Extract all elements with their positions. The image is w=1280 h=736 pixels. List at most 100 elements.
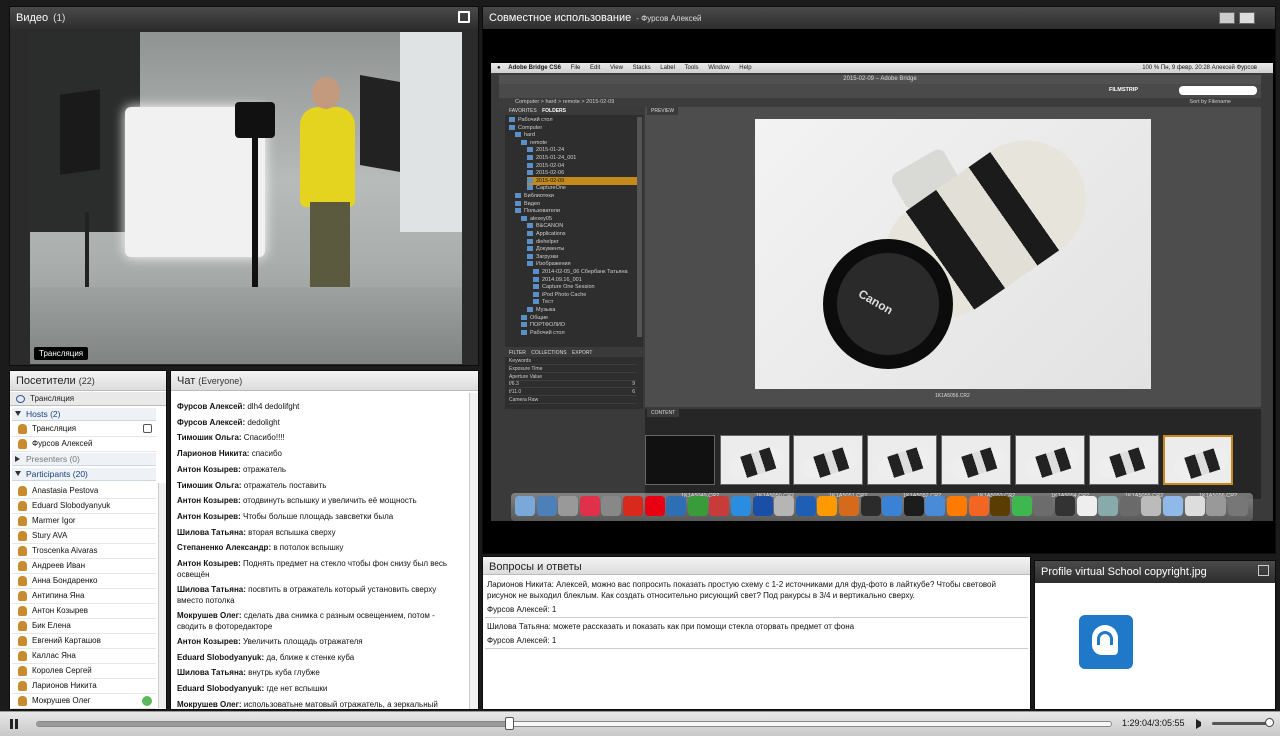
dock-app-icon[interactable] <box>1227 496 1248 516</box>
volume-icon[interactable] <box>1196 719 1206 729</box>
dock-app-icon[interactable] <box>882 496 903 516</box>
participant-row[interactable]: Антипина Яна <box>12 589 156 604</box>
tab-content[interactable]: CONTENT <box>647 409 680 417</box>
mac-menu-view[interactable]: View <box>610 65 623 71</box>
share-fullscreen-icon[interactable] <box>1239 12 1255 24</box>
dock-app-icon[interactable] <box>817 496 838 516</box>
participant-row[interactable]: Stury AVA <box>12 529 156 544</box>
qa-question[interactable]: Шилова Татьяна: можете рассказать и пока… <box>487 621 1026 632</box>
mac-menu-app[interactable]: Adobe Bridge CS6 <box>508 65 561 71</box>
fullscreen-icon[interactable] <box>458 11 470 23</box>
thumbnail[interactable] <box>941 435 1011 485</box>
dock-app-icon[interactable] <box>839 496 859 516</box>
share-view-toggle-icon[interactable] <box>1219 12 1235 24</box>
path-computer[interactable]: Computer <box>515 99 539 105</box>
participant-row[interactable]: Anastasia Pestova <box>12 484 156 499</box>
path-remote[interactable]: remote <box>563 99 580 105</box>
chat-scrollbar[interactable] <box>469 393 478 709</box>
qa-question[interactable]: Ларионов Никита: Алексей, можно вас попр… <box>487 579 1026 601</box>
participant-row[interactable]: Андреев Иван <box>12 559 156 574</box>
dock-app-icon[interactable] <box>925 496 946 516</box>
seek-track[interactable] <box>36 721 1112 727</box>
tab-favorites[interactable]: FAVORITES <box>509 108 537 114</box>
tab-collections[interactable]: COLLECTIONS <box>531 350 566 356</box>
thumbnail[interactable] <box>1089 435 1159 485</box>
filter-row[interactable]: Keywords <box>509 358 637 365</box>
bridge-sort[interactable]: Sort by Filename <box>1189 98 1231 107</box>
filter-row[interactable]: f/11.0 6 <box>509 389 637 397</box>
filter-row[interactable]: Camera Raw <box>509 397 637 404</box>
volume-thumb[interactable] <box>1265 718 1274 727</box>
dock-app-icon[interactable] <box>1076 496 1097 516</box>
mac-menu-stacks[interactable]: Stacks <box>633 65 651 71</box>
dock-app-icon[interactable] <box>774 496 795 516</box>
dock-app-icon[interactable] <box>1184 496 1205 516</box>
dock-app-icon[interactable] <box>947 496 967 516</box>
mac-menu-file[interactable]: File <box>571 65 581 71</box>
dock-app-icon[interactable] <box>1033 496 1054 516</box>
thumbnail[interactable] <box>645 435 715 485</box>
participant-row[interactable]: Королев Сергей <box>12 664 156 679</box>
tab-export[interactable]: EXPORT <box>572 350 592 356</box>
dock-app-icon[interactable] <box>709 496 730 516</box>
thumbnail[interactable] <box>793 435 863 485</box>
tab-filter[interactable]: FILTER <box>509 350 526 356</box>
folder-item[interactable]: Рабочий стол <box>521 329 565 337</box>
participant-row[interactable]: Бик Елена <box>12 619 156 634</box>
host-row[interactable]: Трансляция <box>12 422 156 437</box>
profile-fullscreen-icon[interactable] <box>1258 565 1269 576</box>
dock-app-icon[interactable] <box>1055 496 1075 516</box>
bridge-filmstrip[interactable]: FILMSTRIP <box>1109 87 1138 93</box>
mac-menu-help[interactable]: Help <box>739 65 751 71</box>
dock-app-icon[interactable] <box>1206 496 1227 516</box>
thumbnail[interactable] <box>720 435 790 485</box>
attendees-scrollbar[interactable] <box>158 483 166 708</box>
dock-app-icon[interactable] <box>1098 496 1119 516</box>
tab-preview[interactable]: PREVIEW <box>647 107 679 115</box>
path-date[interactable]: 2015-02-09 <box>586 99 614 105</box>
participant-row[interactable]: Troscenka Aivaras <box>12 544 156 559</box>
participant-row[interactable]: Антон Козырев <box>12 604 156 619</box>
dock-app-icon[interactable] <box>536 496 557 516</box>
dock-app-icon[interactable] <box>1119 496 1140 516</box>
dock-app-icon[interactable] <box>1163 496 1183 516</box>
thumbnail[interactable] <box>1015 435 1085 485</box>
participant-row[interactable]: Анна Бондаренко <box>12 574 156 589</box>
bridge-search-field[interactable] <box>1179 86 1257 95</box>
dock-app-icon[interactable] <box>601 496 622 516</box>
dock-app-icon[interactable] <box>860 496 881 516</box>
dock-app-icon[interactable] <box>579 496 600 516</box>
dock-app-icon[interactable] <box>731 496 751 516</box>
host-row[interactable]: Фурсов Алексей <box>12 437 156 452</box>
presenters-group[interactable]: Presenters (0) <box>12 453 156 466</box>
hosts-group[interactable]: Hosts (2) <box>12 408 156 421</box>
seek-thumb[interactable] <box>505 717 515 730</box>
path-hard[interactable]: hard <box>545 99 556 105</box>
dock-app-icon[interactable] <box>1141 496 1162 516</box>
dock-app-icon[interactable] <box>623 496 643 516</box>
mac-menu-window[interactable]: Window <box>708 65 729 71</box>
thumbnail[interactable] <box>867 435 937 485</box>
volume-slider[interactable] <box>1212 722 1270 725</box>
filter-row[interactable]: Aperture Value <box>509 374 637 381</box>
mac-menu-label[interactable]: Label <box>660 65 675 71</box>
pause-button[interactable] <box>10 719 18 729</box>
dock-app-icon[interactable] <box>1011 496 1032 516</box>
participant-row[interactable]: Евгений Карташов <box>12 634 156 649</box>
dock-app-icon[interactable] <box>515 496 535 516</box>
filter-row[interactable]: f/6.3 9 <box>509 381 637 389</box>
mac-menu-edit[interactable]: Edit <box>590 65 600 71</box>
tab-folders[interactable]: FOLDERS <box>542 108 566 114</box>
mac-menu-tools[interactable]: Tools <box>685 65 699 71</box>
thumbnail[interactable] <box>1163 435 1233 485</box>
folder-tree-scrollbar[interactable] <box>637 117 642 337</box>
dock-app-icon[interactable] <box>968 496 989 516</box>
broadcast-label[interactable]: Трансляция <box>30 394 74 403</box>
dock-app-icon[interactable] <box>687 496 708 516</box>
participants-group[interactable]: Participants (20) <box>12 468 156 481</box>
participant-row[interactable]: Ларионов Никита <box>12 679 156 694</box>
participant-row[interactable]: Marmer Igor <box>12 514 156 529</box>
dock-app-icon[interactable] <box>752 496 773 516</box>
dock-app-icon[interactable] <box>795 496 816 516</box>
participant-row[interactable]: Eduard Slobodyanyuk <box>12 499 156 514</box>
